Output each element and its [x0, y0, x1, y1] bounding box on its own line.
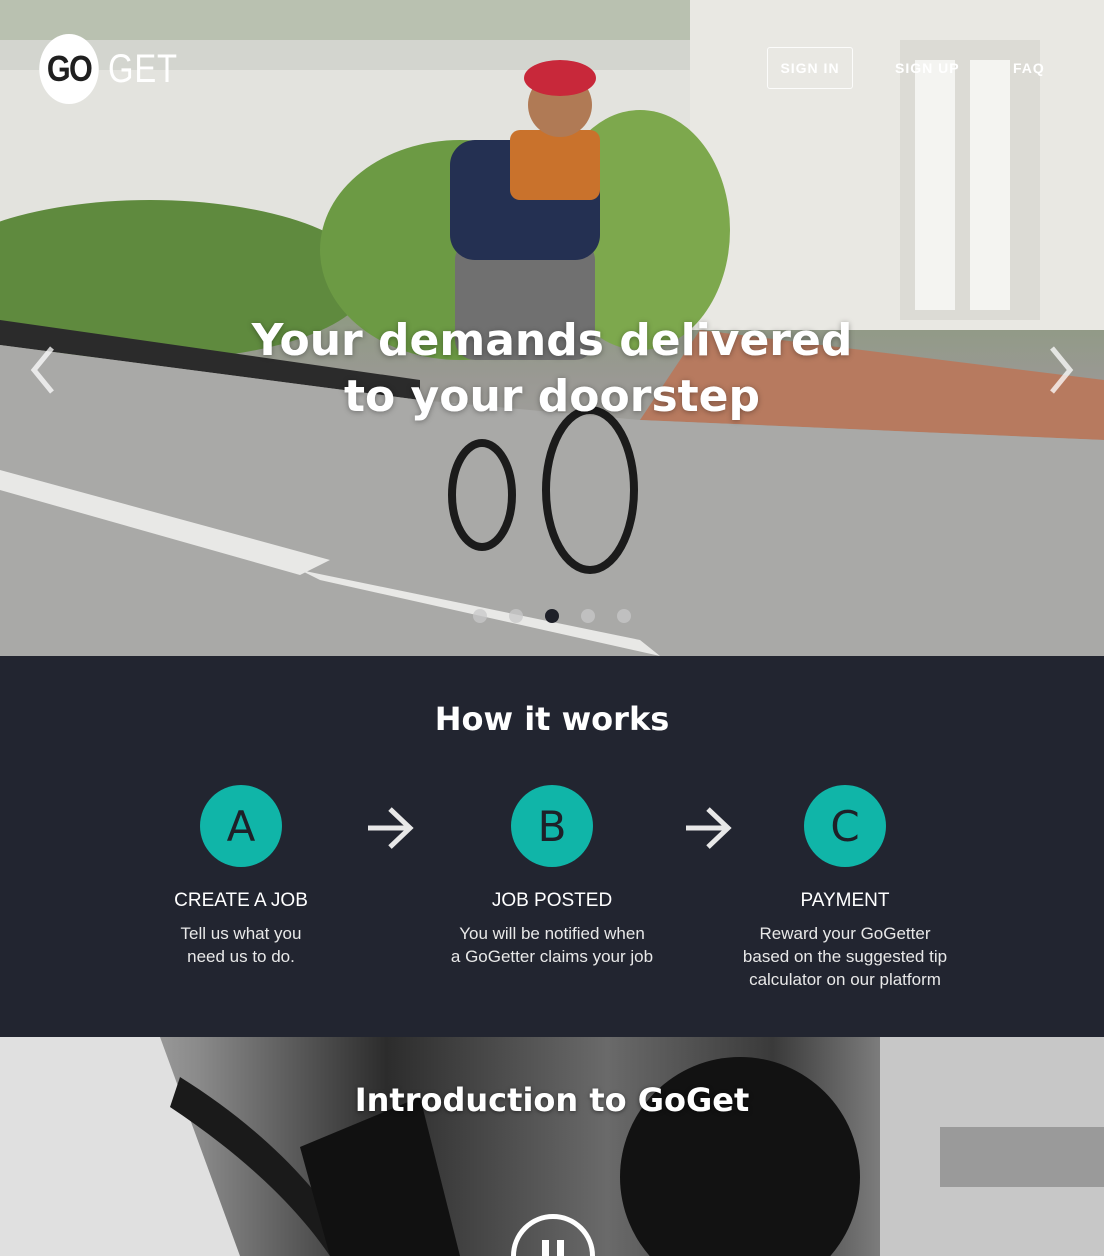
carousel-dot-1[interactable]: [473, 609, 487, 623]
step-job-posted: B JOB POSTED You will be notified when a…: [432, 785, 672, 968]
carousel-dot-4[interactable]: [581, 609, 595, 623]
step-c-title: PAYMENT: [800, 890, 890, 911]
carousel-next-button[interactable]: [1040, 340, 1080, 400]
step-a-description: Tell us what you need us to do.: [180, 924, 302, 966]
sign-in-button[interactable]: SIGN IN: [767, 47, 853, 89]
carousel-dot-5[interactable]: [617, 609, 631, 623]
carousel-indicators: [473, 609, 631, 623]
pause-icon: [557, 1240, 564, 1256]
step-c-badge: C: [804, 785, 886, 867]
carousel-dot-2[interactable]: [509, 609, 523, 623]
how-it-works-title: How it works: [434, 700, 670, 738]
step-b-badge: B: [511, 785, 593, 867]
step-create-job: A CREATE A JOB Tell us what you need us …: [141, 785, 341, 968]
step-payment: C PAYMENT Reward your GoGetter based on …: [725, 785, 965, 991]
faq-link[interactable]: FAQ: [1013, 60, 1045, 76]
arrow-right-icon: [368, 807, 414, 849]
hero-headline-line1: Your demands delivered: [251, 315, 853, 366]
step-a-title: CREATE A JOB: [174, 890, 308, 911]
hero-headline: Your demands delivered to your doorstep: [0, 313, 1104, 425]
logo-wordmark: GET: [108, 46, 178, 91]
how-it-works-section: How it works A CREATE A JOB Tell us what…: [0, 656, 1104, 1037]
pause-icon: [542, 1240, 549, 1256]
logo-circle: GO: [39, 34, 99, 104]
step-c-description: Reward your GoGetter based on the sugges…: [742, 924, 948, 989]
intro-video-section: Introduction to GoGet: [0, 1037, 1104, 1256]
step-b-title: JOB POSTED: [491, 890, 613, 911]
hero-carousel: GO GET SIGN IN SIGN UP FAQ Your demands …: [0, 0, 1104, 656]
chevron-left-icon: [30, 346, 54, 394]
carousel-prev-button[interactable]: [24, 340, 64, 400]
goget-logo[interactable]: GO GET: [34, 34, 193, 104]
step-a-badge: A: [200, 785, 282, 867]
carousel-dot-3[interactable]: [545, 609, 559, 623]
sign-up-link[interactable]: SIGN UP: [895, 60, 960, 76]
chevron-right-icon: [1050, 346, 1074, 394]
intro-title: Introduction to GoGet: [354, 1081, 750, 1119]
step-b-description: You will be notified when a GoGetter cla…: [450, 924, 654, 966]
hero-headline-line2: to your doorstep: [343, 371, 761, 422]
